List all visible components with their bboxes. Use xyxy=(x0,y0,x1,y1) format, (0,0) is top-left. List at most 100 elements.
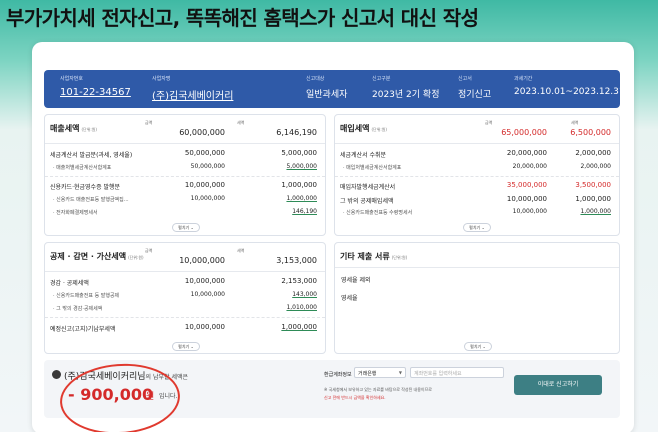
row-amount: 10,000,000 xyxy=(506,195,547,203)
row-amount: 10,000,000 xyxy=(190,195,225,202)
bizno-label: 사업자번호 xyxy=(60,76,84,82)
kind-value: 정기신고 xyxy=(458,90,492,100)
nts-logo-icon xyxy=(52,370,61,379)
table-row: · 매입처별세금계산서합계표 20,000,000 2,000,000 xyxy=(335,161,619,175)
table-row: 매입자발행세금계산서 35,000,000 3,500,000 xyxy=(335,179,619,193)
sales-panel: 매출세액 (단위:원) 금액 세액 60,000,000 6,146,190 세금… xyxy=(44,114,326,236)
row-label: 매입자발행세금계산서 xyxy=(340,184,396,191)
row-tax: 2,000,000 xyxy=(580,163,611,170)
bank-select[interactable]: 거래은행 ▼ xyxy=(354,367,406,378)
row-amount: 10,000,000 xyxy=(184,277,225,285)
target-value: 일반과세자 xyxy=(306,90,348,100)
divider xyxy=(335,176,619,177)
row-tax-link[interactable]: 5,000,000 xyxy=(286,163,317,170)
table-row: 세금계산서 수취분 20,000,000 2,000,000 xyxy=(335,147,619,161)
row-amount: 50,000,000 xyxy=(190,163,225,170)
table-row: 세금계산서 발급분(과세, 영세율) 50,000,000 5,000,000 xyxy=(45,147,325,161)
vat-return-card: 사업자번호 101-22-34567 사업자명 (주)김국세베이커리 신고대상 … xyxy=(32,42,634,432)
table-row: · 신용카드매출전표 등 발행공제 10,000,000 143,000 xyxy=(45,289,325,303)
table-row: · 그 밖의 경감·공제세액 1,010,000 xyxy=(45,302,325,316)
row-label: · 전자화폐결제명세서 xyxy=(53,210,98,216)
row-label: · 신용카드매출전표등 수령명세서 xyxy=(343,210,413,216)
row-label: 예정신고(고지)기납부세액 xyxy=(50,326,116,333)
sales-expand-button[interactable]: 펼치기 ⌄ xyxy=(172,223,200,232)
headline: 부가가치세 전자신고, 똑똑해진 홈택스가 신고서 대신 작성 xyxy=(6,6,479,30)
purchase-total-amount: 65,000,000 xyxy=(501,128,547,137)
row-tax: 1,000,000 xyxy=(281,181,317,189)
payment-summary: (주)김국세베이커리님의 납부할 세액은 - 900,000 원 입니다. 환급… xyxy=(44,359,620,432)
divider xyxy=(45,271,325,272)
deduction-total-amount: 10,000,000 xyxy=(179,256,225,265)
notice-text: ※ 국세청에서 보유하고 있는 자료를 바탕으로 작성된 내용이므로 xyxy=(324,387,432,392)
row-tax: 5,000,000 xyxy=(281,149,317,157)
type-value: 2023년 2기 확정 xyxy=(372,90,440,100)
deduction-total-row: 10,000,000 3,153,000 xyxy=(45,254,325,268)
other-documents-panel: 기타 제출 서류 (단위:원) 영세율 제외 영세율 펼치기 ⌄ xyxy=(334,242,620,354)
target-block: 신고대상 일반과세자 xyxy=(306,75,347,100)
row-amount: 50,000,000 xyxy=(184,149,225,157)
period-value: 2023.10.01~2023.12.31 xyxy=(514,87,625,97)
row-amount: 20,000,000 xyxy=(506,149,547,157)
row-tax: 3,500,000 xyxy=(575,181,611,189)
row-tax: 1,000,000 xyxy=(575,195,611,203)
kind-label: 신고서 xyxy=(458,76,472,82)
table-row: · 매출처별세금계산서합계표 50,000,000 5,000,000 xyxy=(45,161,325,175)
deduction-panel: 공제 · 감면 · 가산세액 (단위:원) 금액 세액 10,000,000 3,… xyxy=(44,242,326,354)
chevron-down-icon: ▼ xyxy=(398,370,402,375)
sales-total-row: 60,000,000 6,146,190 xyxy=(45,126,325,140)
row-amount: 20,000,000 xyxy=(512,163,547,170)
divider xyxy=(335,143,619,144)
row-label: 세금계산서 수취분 xyxy=(340,152,387,159)
row-amount: 10,000,000 xyxy=(184,181,225,189)
refund-account-label: 환급계좌정보 xyxy=(324,372,352,378)
divider xyxy=(45,176,325,177)
company-label: 사업자명 xyxy=(152,76,171,82)
divider xyxy=(45,317,325,318)
row-tax-link[interactable]: 1,000,000 xyxy=(580,208,611,215)
row-label: 세금계산서 발급분(과세, 영세율) xyxy=(50,152,133,159)
submit-return-button[interactable]: 이대로 신고하기 xyxy=(514,375,602,395)
deduction-total-tax: 3,153,000 xyxy=(276,256,317,265)
row-tax-link[interactable]: 1,000,000 xyxy=(286,195,317,202)
type-block: 신고구분 2023년 2기 확정 xyxy=(372,75,439,100)
purchase-total-row: 65,000,000 6,500,000 xyxy=(335,126,619,140)
purchase-expand-button[interactable]: 펼치기 ⌄ xyxy=(463,223,491,232)
row-amount: 35,000,000 xyxy=(506,181,547,189)
taxpayer-info-bar: 사업자번호 101-22-34567 사업자명 (주)김국세베이커리 신고대상 … xyxy=(44,70,625,108)
notice-warning: 신고 전에 반드시 금액을 확인하세요. xyxy=(324,395,386,400)
period-label: 과세기간 xyxy=(514,76,533,82)
row-tax: 2,153,000 xyxy=(281,277,317,285)
row-label: · 매입처별세금계산서합계표 xyxy=(343,165,402,171)
table-row: 예정신고(고지)기납부세액 10,000,000 1,000,000 xyxy=(45,321,325,335)
account-number-input[interactable]: 계좌번호를 입력하세요 xyxy=(410,367,504,378)
row-label: · 그 밖의 경감·공제세액 xyxy=(53,306,103,312)
row-tax-link[interactable]: 1,000,000 xyxy=(281,323,317,331)
other-expand-button[interactable]: 펼치기 ⌄ xyxy=(464,342,492,351)
row-tax-link[interactable]: 1,010,000 xyxy=(286,304,317,311)
row-label: 신용카드·현금영수증 발행분 xyxy=(50,184,121,191)
type-label: 신고구분 xyxy=(372,76,391,82)
divider xyxy=(45,143,325,144)
table-row: · 전자화폐결제명세서 146,190 xyxy=(45,206,325,220)
kind-block: 신고서 정기신고 xyxy=(458,75,491,100)
bizno-block: 사업자번호 101-22-34567 xyxy=(60,75,131,98)
other-title: 기타 제출 서류 (단위:원) xyxy=(340,251,407,262)
row-tax-link[interactable]: 146,190 xyxy=(292,208,317,215)
table-row: 경감 · 공제세액 10,000,000 2,153,000 xyxy=(45,275,325,289)
bank-select-value: 거래은행 xyxy=(358,371,377,377)
target-label: 신고대상 xyxy=(306,76,325,82)
row-amount: 10,000,000 xyxy=(190,291,225,298)
sales-total-amount: 60,000,000 xyxy=(179,128,225,137)
table-row: · 신용카드 매출전표등 발행금액집... 10,000,000 1,000,0… xyxy=(45,193,325,207)
deduction-expand-button[interactable]: 펼치기 ⌄ xyxy=(172,342,200,351)
other-unit: (단위:원) xyxy=(391,255,408,260)
other-item: 영세율 제외 xyxy=(341,277,371,284)
company-value: (주)김국세베이커리 xyxy=(152,91,234,102)
table-row: · 신용카드매출전표등 수령명세서 10,000,000 1,000,000 xyxy=(335,206,619,220)
divider xyxy=(335,267,619,268)
table-row: 그 밖의 공제매입세액 10,000,000 1,000,000 xyxy=(335,193,619,207)
row-tax-link[interactable]: 143,000 xyxy=(292,291,317,298)
other-item: 영세율 xyxy=(341,295,358,302)
row-label: · 매출처별세금계산서합계표 xyxy=(53,165,112,171)
row-label: · 신용카드매출전표 등 발행공제 xyxy=(53,293,120,299)
